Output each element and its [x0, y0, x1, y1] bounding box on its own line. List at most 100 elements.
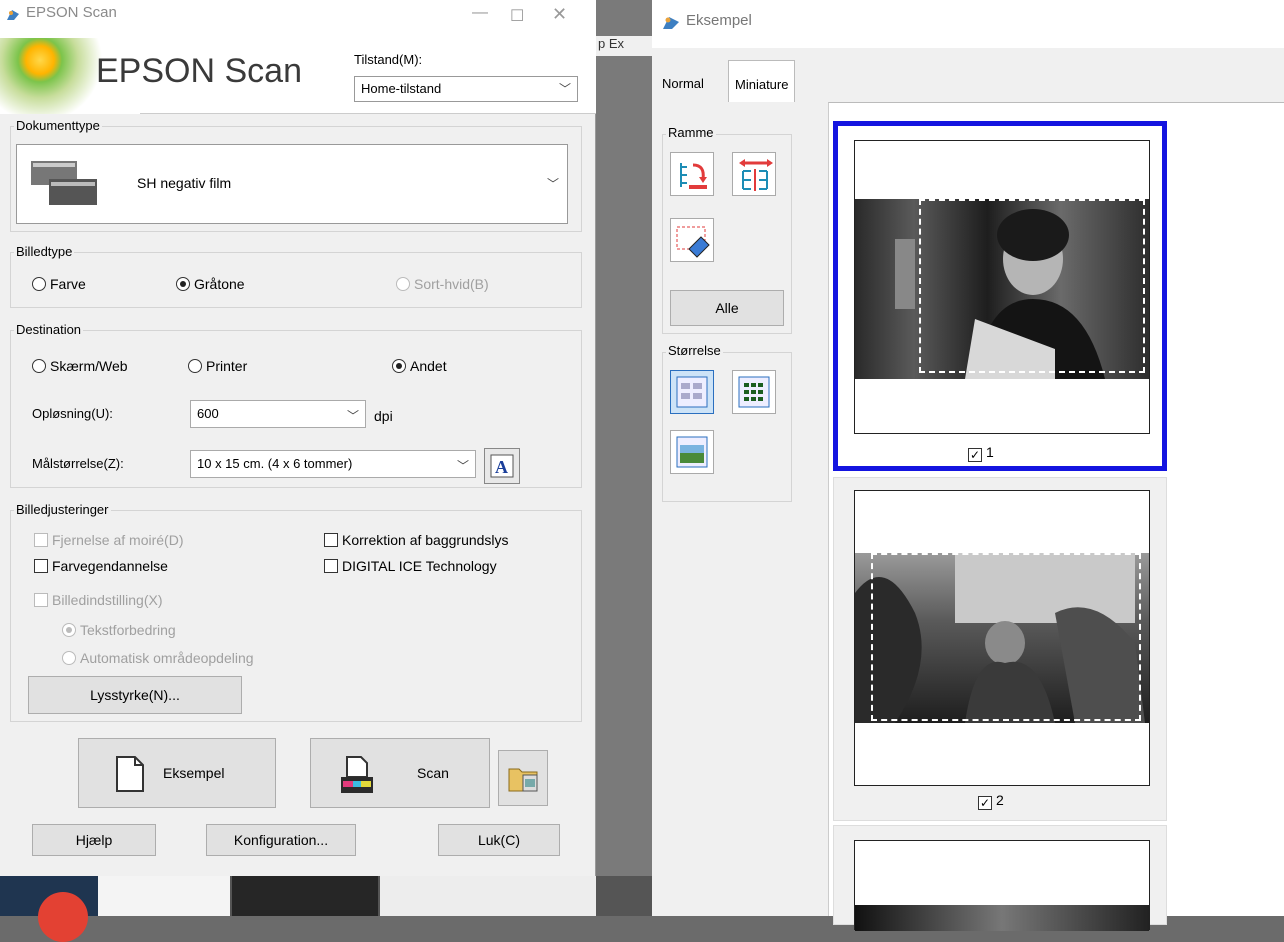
- radio-label: Tekstforbedring: [80, 622, 176, 638]
- scan-button[interactable]: Scan: [310, 738, 490, 808]
- epson-app-icon: [7, 10, 19, 20]
- crop-marquee[interactable]: [919, 199, 1145, 373]
- radio-graatone[interactable]: Gråtone: [176, 276, 245, 292]
- help-button[interactable]: Hjælp: [32, 824, 156, 856]
- document-icon: [116, 756, 144, 792]
- thumbnail-caption[interactable]: ✓ 1: [968, 444, 994, 462]
- scan-icon: [341, 756, 373, 793]
- destination-legend: Destination: [14, 322, 84, 337]
- radio-circle: [188, 359, 202, 373]
- doctype-value: SH negativ film: [137, 175, 232, 191]
- eraser-icon: [676, 226, 710, 258]
- radio-label: Gråtone: [194, 276, 245, 292]
- close-window-button[interactable]: ✕: [552, 4, 567, 25]
- radio-sort-hvid[interactable]: Sort-hvid(B): [396, 276, 489, 292]
- radio-printer[interactable]: Printer: [188, 358, 247, 374]
- checkbox-backlight[interactable]: Korrektion af baggrundslys: [324, 532, 509, 548]
- checkbox-box: [324, 559, 338, 573]
- thumbnail-1[interactable]: ✓ 1: [833, 121, 1167, 471]
- chevron-down-icon: ﹀: [346, 409, 359, 423]
- rotate-icon: [680, 163, 707, 189]
- checkbox-digital-ice[interactable]: DIGITAL ICE Technology: [324, 558, 497, 574]
- thumbnail-label: 1: [986, 444, 994, 460]
- checkbox-label: DIGITAL ICE Technology: [342, 558, 497, 574]
- preview-button-label: Eksempel: [163, 765, 225, 781]
- radio-circle: [32, 277, 46, 291]
- maximize-button[interactable]: ☐: [510, 6, 524, 26]
- imagetype-group: [10, 252, 582, 308]
- rotate-frame-tool[interactable]: [670, 152, 714, 196]
- checkbox-image-setting[interactable]: Billedindstilling(X): [34, 592, 163, 608]
- folder-icon: [508, 768, 538, 792]
- flip-frame-tool[interactable]: [732, 152, 776, 196]
- size-large-thumbnails[interactable]: [670, 370, 714, 414]
- doctype-legend: Dokumenttype: [14, 118, 102, 133]
- preview-title-bar: Eksempel: [652, 0, 1284, 48]
- thumbnail-caption[interactable]: ✓ 2: [978, 792, 1004, 810]
- thumbnail-2[interactable]: ✓ 2: [833, 477, 1167, 821]
- checkbox-box: [34, 533, 48, 547]
- thumbnail-checkbox: ✓: [968, 448, 982, 462]
- size-single-thumbnail[interactable]: [670, 430, 714, 474]
- taskbar-fragment: [0, 876, 652, 942]
- preview-button[interactable]: Eksempel: [78, 738, 276, 808]
- radio-label: Automatisk områdeopdeling: [80, 650, 254, 666]
- target-size-label: Målstørrelse(Z):: [32, 456, 124, 471]
- epson-app-icon: [663, 17, 679, 29]
- radio-skaerm-web[interactable]: Skærm/Web: [32, 358, 128, 374]
- radio-label: Printer: [206, 358, 248, 374]
- size-settings-button[interactable]: A: [484, 448, 520, 484]
- window-title: EPSON Scan: [26, 4, 117, 21]
- clear-marquee-tool[interactable]: [670, 218, 714, 262]
- thumbnail-label: 2: [996, 792, 1004, 808]
- radio-circle: [62, 651, 76, 665]
- target-size-select[interactable]: 10 x 15 cm. (4 x 6 tommer) ﹀: [190, 450, 476, 478]
- preview-window: Eksempel Normal Miniature Ramme Alle Stø…: [652, 0, 1284, 931]
- checkbox-moire[interactable]: Fjernelse af moiré(D): [34, 532, 183, 548]
- radio-label: Farve: [50, 276, 86, 292]
- tab-miniature[interactable]: Miniature: [728, 60, 796, 102]
- checkbox-label: Farvegendannelse: [52, 558, 168, 574]
- frame-legend: Ramme: [666, 125, 716, 140]
- radio-circle: [176, 277, 190, 291]
- configuration-button[interactable]: Konfiguration...: [206, 824, 356, 856]
- crop-marquee[interactable]: [871, 553, 1141, 721]
- size-legend: Størrelse: [666, 343, 723, 358]
- brightness-button[interactable]: Lysstyrke(N)...: [28, 676, 242, 714]
- thumbnail-frame: [854, 490, 1150, 786]
- font-a-icon: A: [490, 454, 514, 478]
- resolution-value: 600: [197, 406, 219, 421]
- mode-select[interactable]: Home-tilstand ﹀: [354, 76, 578, 102]
- doctype-select[interactable]: SH negativ film ﹀: [16, 144, 568, 224]
- thumbnail-checkbox: ✓: [978, 796, 992, 810]
- title-bar: EPSON Scan — ☐ ✕: [0, 0, 596, 38]
- flip-icon: [739, 159, 773, 191]
- checkbox-label: Korrektion af baggrundslys: [342, 532, 509, 548]
- chrome-icon[interactable]: [38, 892, 88, 942]
- folder-button[interactable]: [498, 750, 548, 806]
- radio-circle: [392, 359, 406, 373]
- radio-andet[interactable]: Andet: [392, 358, 447, 374]
- mode-select-value: Home-tilstand: [361, 81, 442, 96]
- preview-window-title: Eksempel: [686, 12, 752, 29]
- single-image-icon: [676, 436, 708, 468]
- all-button[interactable]: Alle: [670, 290, 784, 326]
- resolution-select[interactable]: 600 ﹀: [190, 400, 366, 428]
- checkbox-color-restore[interactable]: Farvegendannelse: [34, 558, 168, 574]
- size-small-thumbnails[interactable]: [732, 370, 776, 414]
- thumbnail-3[interactable]: [833, 825, 1167, 931]
- tab-normal[interactable]: Normal: [656, 64, 710, 102]
- film-strip-icon: [31, 161, 97, 205]
- target-size-value: 10 x 15 cm. (4 x 6 tommer): [197, 456, 353, 471]
- photo-room-plants: [855, 553, 1149, 723]
- minimize-button[interactable]: —: [472, 4, 488, 22]
- chevron-down-icon: ﹀: [456, 459, 469, 473]
- thumbnail-frame: [854, 840, 1150, 931]
- grid-small-icon: [738, 376, 770, 408]
- radio-auto-area[interactable]: Automatisk områdeopdeling: [62, 650, 254, 666]
- close-button[interactable]: Luk(C): [438, 824, 560, 856]
- radio-farve[interactable]: Farve: [32, 276, 86, 292]
- desktop-background: [596, 0, 652, 916]
- brand-title: EPSON Scan: [96, 52, 302, 90]
- radio-text-enhance[interactable]: Tekstforbedring: [62, 622, 176, 638]
